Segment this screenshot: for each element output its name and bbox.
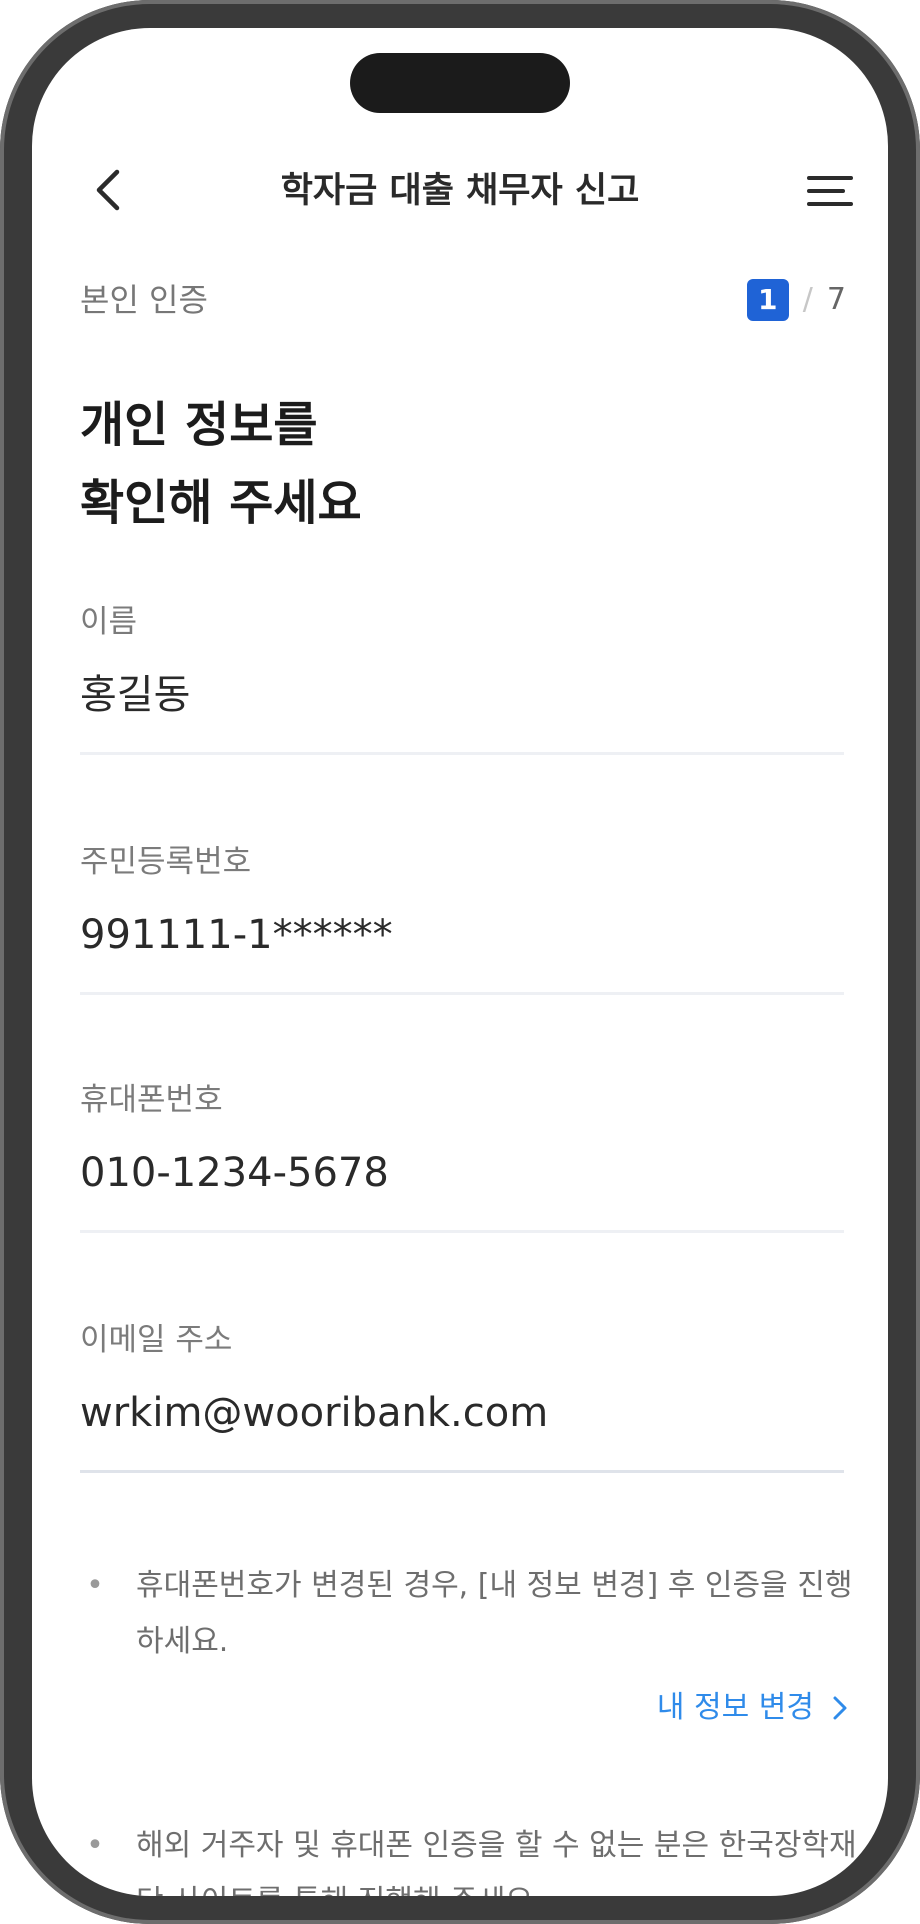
hamburger-menu-icon	[807, 176, 853, 206]
field-value[interactable]: 010-1234-5678	[80, 1144, 844, 1202]
chevron-right-icon	[833, 1696, 847, 1720]
step-label: 본인 인증	[80, 281, 208, 319]
field-label: 이메일 주소	[80, 1322, 233, 1358]
phone-number-field[interactable]: 휴대폰번호 010-1234-5678	[80, 1078, 844, 1233]
bullet: •	[86, 1828, 104, 1863]
page-heading: 개인 정보를 확인해 주세요	[80, 386, 362, 542]
field-label: 이름	[80, 604, 138, 640]
app-screen: 학자금 대출 채무자 신고 본인 인증 1 / 7 개인 정보를 확인해 주세요…	[32, 28, 888, 1896]
menu-button[interactable]	[800, 163, 860, 219]
step-indicator: 1 / 7	[746, 278, 846, 322]
bullet: •	[86, 1568, 104, 1603]
field-label: 주민등록번호	[80, 844, 252, 880]
resident-number-field[interactable]: 주민등록번호 991111-1******	[80, 840, 844, 995]
notice-text: 해외 거주자 및 휴대폰 인증을 할 수 없는 분은 한국장학재단 사이트를 통…	[136, 1828, 857, 1896]
field-value[interactable]: 홍길동	[80, 666, 844, 724]
field-underline	[80, 1230, 844, 1233]
field-label: 휴대폰번호	[80, 1082, 223, 1118]
field-underline	[80, 752, 844, 755]
email-field[interactable]: 이메일 주소 wrkim@wooribank.com	[80, 1318, 844, 1473]
header-title: 학자금 대출 채무자 신고	[280, 171, 640, 211]
chevron-left-icon	[96, 169, 120, 211]
field-value[interactable]: wrkim@wooribank.com	[80, 1384, 844, 1442]
step-total: 7	[826, 282, 846, 317]
page-heading-line-2: 확인해 주세요	[80, 475, 362, 531]
notice-item: • 해외 거주자 및 휴대폰 인증을 할 수 없는 분은 한국장학재단 사이트를…	[80, 1818, 860, 1896]
field-underline	[80, 992, 844, 995]
dynamic-island	[350, 53, 570, 113]
notice-item: • 휴대폰번호가 변경된 경우, [내 정보 변경] 후 인증을 진행하세요.	[80, 1558, 860, 1670]
edit-my-info-label: 내 정보 변경	[656, 1690, 814, 1725]
page-heading-line-1: 개인 정보를	[80, 397, 318, 453]
step-separator: /	[802, 282, 813, 317]
field-value[interactable]: 991111-1******	[80, 906, 844, 964]
edit-my-info-link[interactable]: 내 정보 변경	[657, 1686, 848, 1730]
name-field[interactable]: 이름 홍길동	[80, 600, 844, 755]
step-current-badge: 1	[746, 279, 789, 321]
back-button[interactable]	[80, 162, 136, 218]
field-underline	[80, 1470, 844, 1473]
notice-text: 휴대폰번호가 변경된 경우, [내 정보 변경] 후 인증을 진행하세요.	[136, 1568, 853, 1659]
